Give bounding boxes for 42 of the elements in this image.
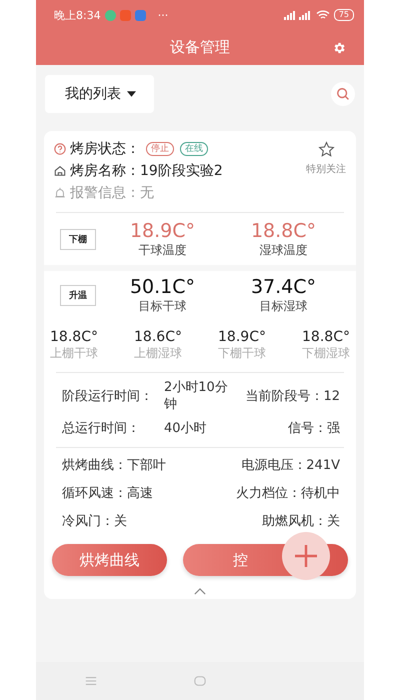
detail-text: 助燃风机：关	[262, 513, 340, 530]
sensor-label: 上棚干球	[50, 345, 98, 362]
info-label: 总运行时间：	[62, 420, 141, 437]
more-notifications: ···	[158, 8, 168, 22]
temperature-value: 50.1C°	[130, 276, 196, 298]
temperature-label: 湿球温度	[260, 242, 308, 258]
info-value: 2小时10分钟	[164, 379, 229, 413]
sensor-label: 上棚湿球	[134, 345, 182, 362]
info-label: 阶段运行时间：	[62, 388, 154, 405]
info-value: 40小时	[164, 420, 208, 436]
curve-button[interactable]: 烘烤曲线	[52, 544, 167, 576]
info-text: 信号：强	[288, 420, 340, 437]
mode-tag: 升温	[60, 284, 96, 306]
detail-text: 电源电压：241V	[241, 457, 340, 474]
name-label: 烤房名称：19阶段实验2	[70, 162, 223, 180]
detail-text: 烘烤曲线：下部叶	[62, 457, 166, 474]
status-time: 晚上8:34	[54, 8, 101, 22]
page-title: 设备管理	[170, 38, 230, 57]
temperature-label: 干球温度	[138, 242, 186, 258]
sensor-label: 下棚干球	[218, 345, 266, 362]
temperature-value: 18.8C°	[250, 220, 316, 242]
sensor-value: 18.8C°	[50, 329, 98, 345]
detail-text: 循环风速：高速	[62, 485, 153, 502]
sensor-value: 18.8C°	[302, 329, 350, 345]
mode-tag: 下棚	[60, 228, 96, 250]
temperature-value: 37.4C°	[250, 276, 316, 298]
detail-text: 火力档位：待机中	[236, 485, 340, 502]
list-dropdown[interactable]: 我的列表	[45, 75, 154, 113]
sensor-value: 18.6C°	[134, 329, 182, 345]
temperature-value: 18.9C°	[130, 220, 196, 242]
status-tag: 停止	[146, 142, 174, 156]
status-label: 烤房状态：	[70, 140, 140, 158]
battery-indicator: 75	[334, 9, 354, 21]
status-tag: 在线	[180, 142, 208, 156]
temperature-label: 目标湿球	[260, 298, 308, 314]
alarm-label: 报警信息：无	[70, 184, 154, 202]
temperature-label: 目标干球	[138, 298, 186, 314]
favorite-label: 特别关注	[306, 162, 346, 176]
sensor-label: 下棚湿球	[302, 345, 350, 362]
detail-text: 冷风门：关	[62, 513, 127, 530]
sensor-value: 18.9C°	[218, 329, 266, 345]
info-text: 当前阶段号：12	[245, 388, 340, 405]
